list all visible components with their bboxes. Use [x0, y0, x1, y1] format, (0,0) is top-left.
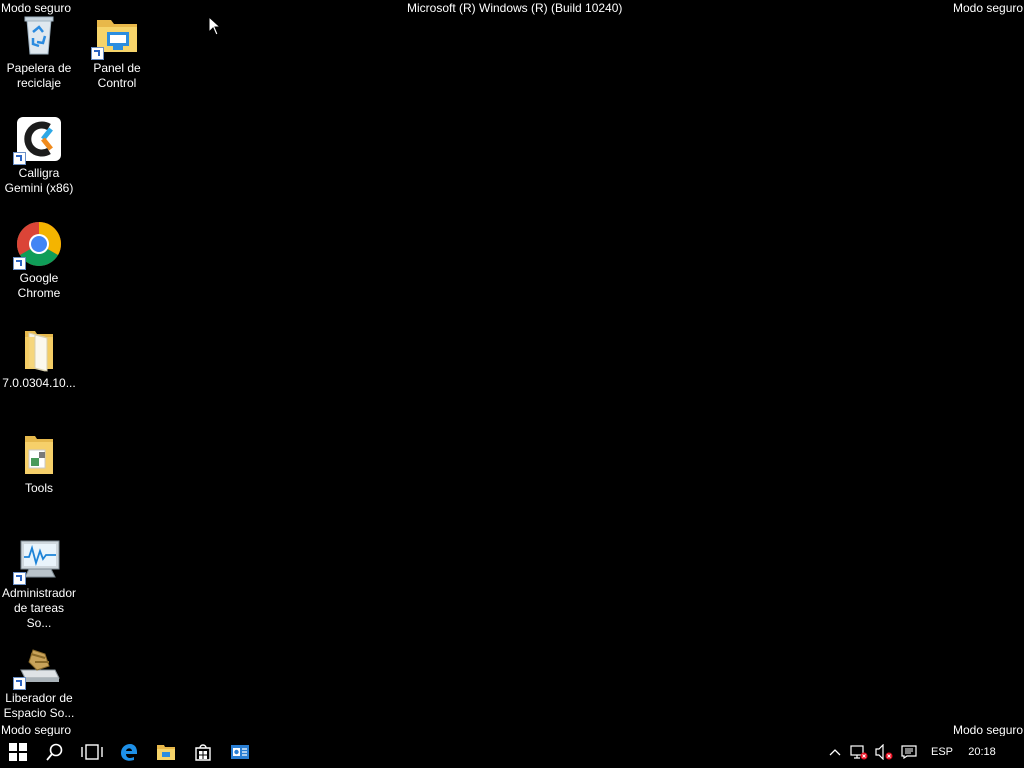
desktop-icon-label: Calligra Gemini (x86) — [4, 166, 74, 195]
desktop-icon-label: Tools — [24, 481, 53, 495]
clock[interactable]: 20:18 — [962, 736, 1002, 768]
volume-button[interactable] — [872, 736, 896, 768]
windows-build-label: Microsoft (R) Windows (R) (Build 10240) — [407, 1, 623, 15]
edge-icon — [120, 744, 137, 761]
desktop: Modo seguro Microsoft (R) Windows (R) (B… — [0, 0, 1024, 737]
shortcut-arrow-icon — [13, 572, 26, 585]
desktop-icon-folder-7[interactable]: 7.0.0304.10... — [0, 321, 78, 421]
show-desktop-area[interactable] — [1002, 736, 1024, 768]
desktop-icon-control-panel[interactable]: Panel de Control — [78, 6, 156, 106]
shortcut-arrow-icon — [13, 152, 26, 165]
action-center-icon — [901, 745, 917, 759]
shortcut-arrow-icon — [13, 257, 26, 270]
outlook-taskbar-button[interactable] — [221, 736, 258, 768]
desktop-icon-label: Liberador de Espacio So... — [3, 691, 75, 720]
desktop-icon-label: Panel de Control — [93, 61, 141, 90]
chevron-up-icon — [829, 749, 841, 756]
store-icon — [194, 744, 211, 761]
file-explorer-icon — [156, 745, 175, 760]
shortcut-arrow-icon — [13, 677, 26, 690]
folder-icon — [15, 325, 63, 373]
desktop-icon-recycle-bin[interactable]: Papelera de reciclaje — [0, 6, 78, 106]
desktop-icon-label: Google Chrome — [17, 271, 61, 300]
folder-icon — [15, 430, 63, 478]
start-button[interactable] — [0, 736, 36, 768]
file-explorer-taskbar-button[interactable] — [147, 736, 184, 768]
shortcut-arrow-icon — [91, 47, 104, 60]
search-icon — [45, 743, 62, 761]
task-view-button[interactable] — [73, 736, 110, 768]
recycle-bin-icon — [15, 10, 63, 58]
input-language-indicator[interactable]: ESP — [922, 736, 962, 768]
mouse-cursor-icon — [208, 15, 222, 41]
edge-taskbar-button[interactable] — [110, 736, 147, 768]
desktop-icon-label: Administrador de tareas So... — [1, 586, 77, 630]
safe-mode-label-top-right: Modo seguro — [953, 1, 1024, 15]
search-button[interactable] — [36, 736, 73, 768]
desktop-icon-label: Papelera de reciclaje — [6, 61, 72, 90]
windows-logo-icon — [9, 743, 27, 761]
network-status-button[interactable] — [846, 736, 872, 768]
show-hidden-icons-button[interactable] — [824, 736, 846, 768]
desktop-icon-label: 7.0.0304.10... — [2, 376, 76, 390]
task-view-icon — [80, 744, 103, 760]
disk-cleanup-icon — [13, 640, 63, 690]
safe-mode-label-bottom-right: Modo seguro — [953, 723, 1024, 737]
desktop-icon-calligra-gemini[interactable]: Calligra Gemini (x86) — [0, 111, 78, 211]
outlook-icon — [230, 745, 249, 759]
store-taskbar-button[interactable] — [184, 736, 221, 768]
action-center-button[interactable] — [896, 736, 922, 768]
task-manager-icon — [13, 535, 63, 585]
volume-muted-icon — [875, 744, 893, 760]
desktop-icon-tools[interactable]: Tools — [0, 426, 78, 526]
desktop-icon-disk-cleanup[interactable]: Liberador de Espacio So... — [0, 636, 78, 736]
desktop-icon-google-chrome[interactable]: Google Chrome — [0, 216, 78, 316]
desktop-icon-task-manager[interactable]: Administrador de tareas So... — [0, 531, 78, 631]
network-disconnected-icon — [850, 745, 868, 760]
calligra-icon — [13, 115, 63, 165]
system-tray: ESP 20:18 — [824, 736, 1024, 768]
control-panel-icon — [91, 10, 141, 60]
chrome-icon — [13, 220, 63, 270]
